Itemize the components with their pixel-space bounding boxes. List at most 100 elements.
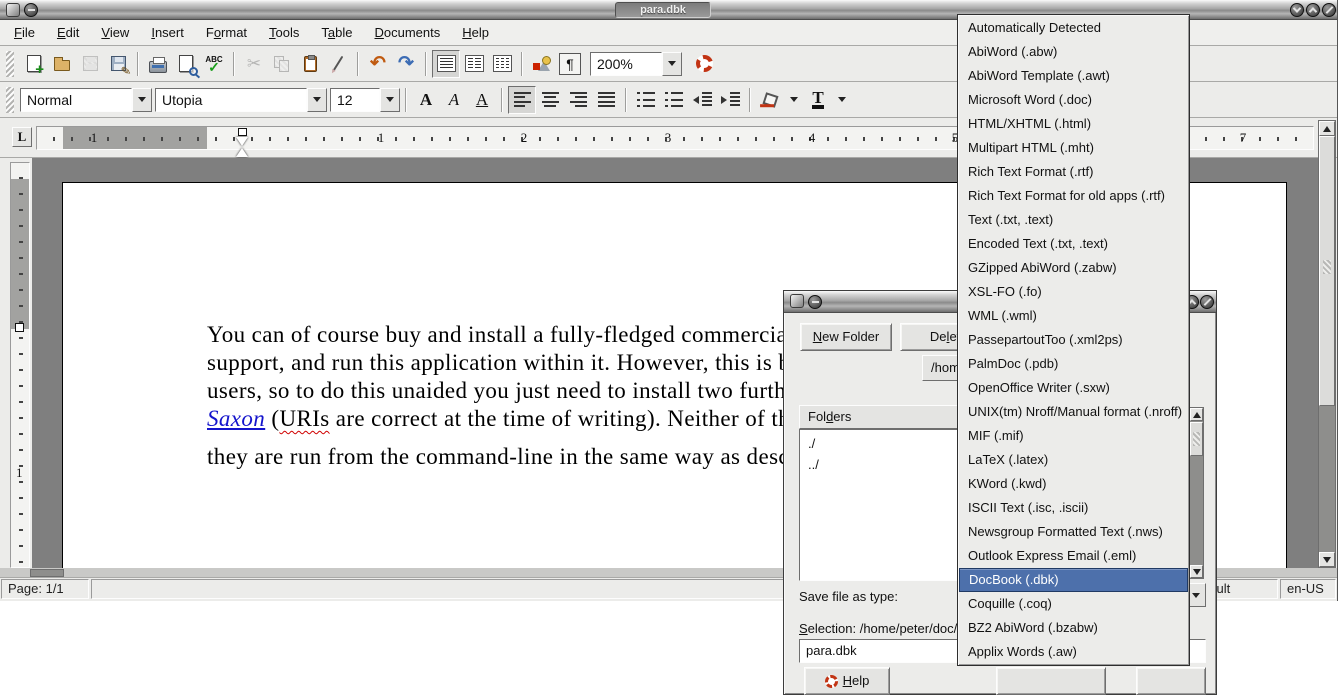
zoom-dropdown-button[interactable]	[662, 52, 682, 76]
print-preview-button[interactable]	[172, 50, 200, 78]
file-format-option[interactable]: MIF (.mif)	[959, 424, 1188, 448]
scroll-up-button[interactable]	[1190, 408, 1203, 421]
zoom-value[interactable]: 200%	[590, 52, 662, 76]
file-format-option[interactable]: Text (.txt, .text)	[959, 208, 1188, 232]
scroll-down-button[interactable]	[1190, 565, 1203, 578]
file-format-option[interactable]: Multipart HTML (.mht)	[959, 136, 1188, 160]
print-button[interactable]	[144, 50, 172, 78]
font-dropdown-button[interactable]	[307, 88, 327, 112]
file-format-option[interactable]: XSL-FO (.fo)	[959, 280, 1188, 304]
one-column-view-button[interactable]	[432, 50, 460, 78]
align-justify-button[interactable]	[592, 86, 620, 114]
decrease-indent-button[interactable]	[688, 86, 716, 114]
file-format-option[interactable]: Encoded Text (.txt, .text)	[959, 232, 1188, 256]
file-format-option[interactable]: PassepartoutToo (.xml2ps)	[959, 328, 1188, 352]
highlight-color-dropdown[interactable]	[784, 88, 804, 112]
font-color-button[interactable]: T	[804, 86, 832, 114]
font-size-value[interactable]: 12	[330, 88, 380, 112]
vertical-scrollbar-thumb[interactable]	[1319, 136, 1335, 406]
paste-button[interactable]	[296, 50, 324, 78]
ok-button[interactable]	[996, 667, 1106, 695]
font-value[interactable]: Utopia	[155, 88, 307, 112]
dialog-menu-button[interactable]	[808, 295, 822, 309]
file-format-option[interactable]: LaTeX (.latex)	[959, 448, 1188, 472]
open-button[interactable]	[48, 50, 76, 78]
close-button[interactable]	[1322, 3, 1336, 17]
top-margin-marker[interactable]	[15, 323, 24, 332]
font-size-dropdown-button[interactable]	[380, 88, 400, 112]
bold-button[interactable]: A	[412, 86, 440, 114]
dialog-help-button[interactable]: Help	[804, 667, 890, 695]
vertical-scrollbar[interactable]	[1318, 120, 1336, 568]
tab-stop-selector[interactable]: L	[12, 127, 32, 147]
menu-item[interactable]: Tools	[261, 21, 313, 44]
minimize-button[interactable]	[1290, 3, 1304, 17]
maximize-button[interactable]	[1306, 3, 1320, 17]
scroll-down-button[interactable]	[1319, 552, 1335, 567]
files-scrollbar-thumb[interactable]	[1190, 422, 1203, 456]
save-as-button[interactable]: ✎	[104, 50, 132, 78]
insert-symbol-button[interactable]	[528, 50, 556, 78]
new-folder-button[interactable]: New Folder	[800, 323, 892, 351]
file-format-option[interactable]: Rich Text Format (.rtf)	[959, 160, 1188, 184]
menu-item[interactable]: Edit	[49, 21, 93, 44]
menu-item[interactable]: Table	[313, 21, 366, 44]
file-format-option[interactable]: Outlook Express Email (.eml)	[959, 544, 1188, 568]
spellcheck-button[interactable]: ABC✓	[200, 50, 228, 78]
highlight-color-button[interactable]	[756, 86, 784, 114]
files-list-scrollbar[interactable]	[1189, 407, 1204, 579]
file-format-option[interactable]: ISCII Text (.isc, .iscii)	[959, 496, 1188, 520]
file-format-option[interactable]: AbiWord Template (.awt)	[959, 64, 1188, 88]
style-value[interactable]: Normal	[20, 88, 132, 112]
file-format-option[interactable]: DocBook (.dbk)	[959, 568, 1188, 592]
menu-item[interactable]: Help	[454, 21, 503, 44]
menu-item[interactable]: Format	[198, 21, 261, 44]
file-format-option[interactable]: Microsoft Word (.doc)	[959, 88, 1188, 112]
cancel-button[interactable]	[1136, 667, 1206, 695]
style-dropdown-button[interactable]	[132, 88, 152, 112]
file-format-option[interactable]: Automatically Detected	[959, 16, 1188, 40]
window-menu-button[interactable]	[24, 3, 38, 17]
file-format-option[interactable]: Rich Text Format for old apps (.rtf)	[959, 184, 1188, 208]
dialog-close-button[interactable]	[1200, 295, 1214, 309]
menu-item[interactable]: Documents	[367, 21, 455, 44]
file-format-option[interactable]: Newsgroup Formatted Text (.nws)	[959, 520, 1188, 544]
help-button[interactable]	[690, 50, 718, 78]
hyperlink[interactable]: Saxon	[207, 406, 265, 431]
redo-button[interactable]: ↷	[392, 50, 420, 78]
file-format-option[interactable]: PalmDoc (.pdb)	[959, 352, 1188, 376]
file-format-option[interactable]: UNIX(tm) Nroff/Manual format (.nroff)	[959, 400, 1188, 424]
increase-indent-button[interactable]	[716, 86, 744, 114]
underline-button[interactable]: A	[468, 86, 496, 114]
scroll-up-button[interactable]	[1319, 121, 1335, 136]
three-column-view-button[interactable]	[488, 50, 516, 78]
menu-item[interactable]: File	[6, 21, 49, 44]
toolbar-drag-handle[interactable]	[6, 51, 14, 77]
format-painter-button[interactable]	[324, 50, 352, 78]
file-format-option[interactable]: GZipped AbiWord (.zabw)	[959, 256, 1188, 280]
italic-button[interactable]: A	[440, 86, 468, 114]
new-document-button[interactable]: +	[20, 50, 48, 78]
two-column-view-button[interactable]	[460, 50, 488, 78]
file-format-option[interactable]: HTML/XHTML (.html)	[959, 112, 1188, 136]
align-left-button[interactable]	[508, 86, 536, 114]
align-right-button[interactable]	[564, 86, 592, 114]
show-formatting-marks-button[interactable]: ¶	[556, 50, 584, 78]
numbered-list-button[interactable]	[632, 86, 660, 114]
font-color-dropdown[interactable]	[832, 88, 852, 112]
file-format-option[interactable]: Coquille (.coq)	[959, 592, 1188, 616]
bullet-list-button[interactable]	[660, 86, 688, 114]
undo-button[interactable]: ↶	[364, 50, 392, 78]
align-center-button[interactable]	[536, 86, 564, 114]
menu-item[interactable]: View	[93, 21, 143, 44]
file-format-option[interactable]: WML (.wml)	[959, 304, 1188, 328]
file-format-option[interactable]: Applix Words (.aw)	[959, 640, 1188, 664]
menu-item[interactable]: Insert	[143, 21, 198, 44]
file-format-option[interactable]: KWord (.kwd)	[959, 472, 1188, 496]
vertical-ruler[interactable]: 1	[10, 162, 30, 568]
toolbar-drag-handle[interactable]	[6, 87, 14, 113]
file-format-option[interactable]: BZ2 AbiWord (.bzabw)	[959, 616, 1188, 640]
horizontal-scrollbar-thumb[interactable]	[30, 569, 64, 577]
file-format-option[interactable]: AbiWord (.abw)	[959, 40, 1188, 64]
file-format-option[interactable]: OpenOffice Writer (.sxw)	[959, 376, 1188, 400]
